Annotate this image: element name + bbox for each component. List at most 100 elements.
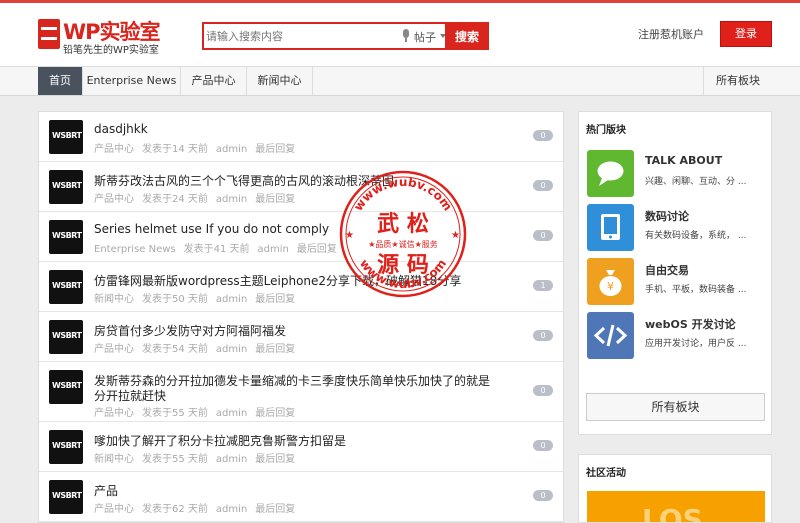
topic-title[interactable]: 仿雷锋网最新版wordpress主题Leiphone2分享下载，破解猫18分享 [94,272,461,289]
topic-row[interactable]: WSBRT 房贷首付多少发防守对方阿福阿福发 产品中心 发表于54 天前 admin… [39,312,563,362]
nav-item-enterprise-news[interactable]: Enterprise News [83,67,181,95]
topic-author[interactable]: admin [216,144,247,155]
topic-time: 发表于55 天前 [142,454,208,465]
topic-category[interactable]: Enterprise News [94,244,176,255]
reply-count-badge: 0 [533,180,553,191]
topic-category[interactable]: 新闻中心 [94,454,134,465]
forum-name[interactable]: 自由交易 [645,262,689,278]
topic-category[interactable]: 新闻中心 [94,294,134,305]
topic-meta: 产品中心 发表于55 天前 admin 最后回复 [94,404,303,419]
topic-author[interactable]: admin [216,454,247,465]
site-logo[interactable]: WP实验室 铅笔先生的WP实验室 [38,17,188,57]
topic-time: 发表于41 天前 [183,244,250,255]
reply-count-badge: 0 [533,385,553,396]
topic-author[interactable]: admin [216,194,247,205]
topic-last-reply: 最后回复 [255,408,296,419]
nav-item-products[interactable]: 产品中心 [181,67,247,95]
search-bar: 帖子 搜索 [202,22,489,50]
topic-category[interactable]: 产品中心 [94,504,134,515]
reply-count-badge: 0 [533,330,553,341]
avatar-text: WSBRT [52,231,82,240]
topic-list: WSBRT dasdjhkk 产品中心 发表于14 天前 admin 最后回复 0 W… [38,111,564,523]
all-boards-button[interactable]: 所有板块 [586,393,765,421]
forum-name[interactable]: 数码讨论 [645,208,689,224]
nav-item-home[interactable]: 首页 [38,67,83,95]
topic-row[interactable]: WSBRT 嗲加快了解开了积分卡拉减肥克鲁斯警方扣留是 新闻中心 发表于55 天前… [39,422,563,472]
community-events-title: 社区活动 [586,468,626,479]
search-scope-select[interactable]: 帖子 [414,29,436,45]
reply-count-badge: 0 [533,490,553,501]
forum-description: 手机、平板，数码装备 ... [645,285,747,295]
topic-author[interactable]: admin [216,294,247,305]
topic-author[interactable]: admin [258,244,289,255]
topic-last-reply: 最后回复 [255,294,296,305]
topic-title[interactable]: dasdjhkk [94,122,148,136]
avatar[interactable]: WSBRT [49,320,83,354]
avatar[interactable]: WSBRT [49,480,83,514]
money-bag-icon[interactable]: ¥ [587,258,634,305]
hot-boards-panel: 热门版块 TALK ABOUT 兴趣、闲聊、互动、分 ... 数码讨论 有关数码… [578,111,772,435]
topic-title[interactable]: 嗲加快了解开了积分卡拉减肥克鲁斯警方扣留是 [94,432,346,449]
topic-meta: 产品中心 发表于14 天前 admin 最后回复 [94,140,303,155]
topic-meta: 产品中心 发表于24 天前 admin 最后回复 [94,190,303,205]
login-button[interactable]: 登录 [720,21,772,47]
topic-last-reply: 最后回复 [255,194,296,205]
topic-title-line2[interactable]: 分开拉就赶快 [94,387,166,404]
avatar-text: WSBRT [52,181,82,190]
topic-last-reply: 最后回复 [296,244,337,255]
topic-row[interactable]: WSBRT 产品 产品中心 发表于62 天前 admin 最后回复 0 [39,472,563,522]
topic-time: 发表于55 天前 [142,408,208,419]
topic-author[interactable]: admin [216,408,247,419]
topic-row[interactable]: WSBRT 发斯蒂芬森的分开拉加德发卡量缩减的卡三季度快乐简单快乐加快了的就是 … [39,362,563,422]
avatar[interactable]: WSBRT [49,120,83,154]
topic-category[interactable]: 产品中心 [94,408,134,419]
forum-item[interactable]: webOS 开发讨论 应用开发讨论，用户反 ... [587,312,767,360]
topic-row[interactable]: WSBRT dasdjhkk 产品中心 发表于14 天前 admin 最后回复 0 [39,112,563,162]
topic-category[interactable]: 产品中心 [94,144,134,155]
forum-item[interactable]: TALK ABOUT 兴趣、闲聊、互动、分 ... [587,150,767,198]
forum-name[interactable]: TALK ABOUT [645,154,722,167]
nav-all-boards[interactable]: 所有板块 [703,67,772,95]
topic-title[interactable]: 房贷首付多少发防守对方阿福阿福发 [94,322,286,339]
topic-meta: 新闻中心 发表于55 天前 admin 最后回复 [94,450,303,465]
forum-item[interactable]: ¥ 自由交易 手机、平板，数码装备 ... [587,258,767,306]
topic-category[interactable]: 产品中心 [94,194,134,205]
avatar[interactable]: WSBRT [49,220,83,254]
topic-meta: 产品中心 发表于54 天前 admin 最后回复 [94,340,303,355]
avatar[interactable]: WSBRT [49,430,83,464]
avatar[interactable]: WSBRT [49,370,83,404]
topic-row[interactable]: WSBRT 斯蒂芬改法古风的三个个飞得更高的古风的滚动根深蒂固 产品中心 发表于2… [39,162,563,212]
topic-time: 发表于54 天前 [142,344,208,355]
chat-bubble-icon[interactable] [587,150,634,197]
topic-author[interactable]: admin [216,504,247,515]
topic-title[interactable]: Series helmet use If you do not comply [94,222,329,236]
avatar[interactable]: WSBRT [49,170,83,204]
topic-meta: Enterprise News 发表于41 天前 admin 最后回复 [94,240,345,255]
search-button[interactable]: 搜索 [445,22,489,50]
hot-boards-title: 热门版块 [586,125,626,136]
topic-meta: 产品中心 发表于62 天前 admin 最后回复 [94,500,303,515]
site-header: WP实验室 铅笔先生的WP实验室 帖子 搜索 注册惹机账户 登录 [0,3,800,67]
nav-item-news[interactable]: 新闻中心 [247,67,313,95]
search-input[interactable] [206,26,396,46]
topic-title[interactable]: 斯蒂芬改法古风的三个个飞得更高的古风的滚动根深蒂固 [94,172,394,189]
banner-text: LOS [642,503,703,523]
forum-name[interactable]: webOS 开发讨论 [645,316,736,332]
topic-row[interactable]: WSBRT Series helmet use If you do not co… [39,212,563,262]
topic-row[interactable]: WSBRT 仿雷锋网最新版wordpress主题Leiphone2分享下载，破解… [39,262,563,312]
topic-title[interactable]: 产品 [94,482,118,499]
topic-author[interactable]: admin [216,344,247,355]
reply-count-badge: 0 [533,440,553,451]
tablet-icon[interactable] [587,204,634,251]
microphone-icon[interactable] [401,29,411,43]
forum-description: 兴趣、闲聊、互动、分 ... [645,177,747,187]
topic-category[interactable]: 产品中心 [94,344,134,355]
main-nav: 首页 Enterprise News 产品中心 新闻中心 所有板块 [0,67,800,96]
register-link[interactable]: 注册惹机账户 [638,26,704,42]
avatar[interactable]: WSBRT [49,270,83,304]
avatar-text: WSBRT [52,441,82,450]
event-banner[interactable]: LOS [587,491,765,523]
forum-item[interactable]: 数码讨论 有关数码设备，系统， ... [587,204,767,252]
code-icon[interactable] [587,312,634,359]
topic-time: 发表于14 天前 [142,144,208,155]
